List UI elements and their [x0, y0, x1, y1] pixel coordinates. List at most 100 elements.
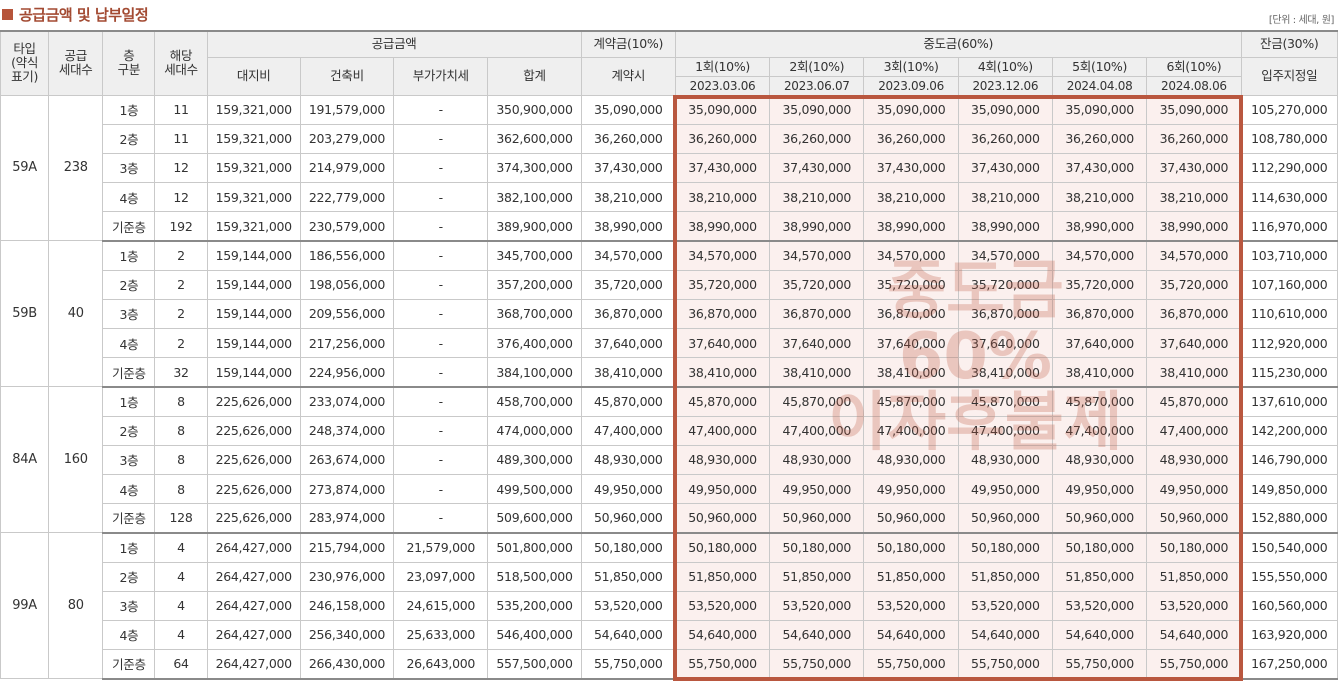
- cell-middle-3: 36,260,000: [863, 123, 959, 154]
- cell-building: 230,976,000: [299, 561, 395, 592]
- cell-middle-5: 38,990,000: [1051, 211, 1148, 242]
- cell-middle-1: 35,720,000: [674, 269, 771, 300]
- cell-floor: 1층: [102, 386, 156, 417]
- cell-middle-6: 54,640,000: [1146, 619, 1242, 651]
- cell-middle-4: 50,180,000: [957, 532, 1053, 563]
- cell-middle-6: 47,400,000: [1146, 415, 1242, 446]
- cell-middle-4: 45,870,000: [957, 386, 1053, 417]
- cell-deposit: 50,960,000: [580, 503, 676, 534]
- unit-note: [단위 : 세대, 원]: [1268, 15, 1334, 26]
- cell-middle-2: 50,960,000: [769, 503, 865, 534]
- cell-count: 8: [154, 473, 208, 505]
- cell-middle-1: 50,180,000: [674, 532, 771, 563]
- cell-middle-5: 47,400,000: [1051, 415, 1148, 446]
- cell-floor: 1층: [102, 532, 156, 563]
- cell-middle-6: 49,950,000: [1146, 473, 1242, 505]
- title-bar: 공급금액 및 납부일정 [단위 : 세대, 원]: [0, 0, 1338, 30]
- cell-middle-4: 36,870,000: [957, 298, 1053, 330]
- cell-building: 266,430,000: [299, 649, 395, 680]
- header-applicable-units: 해당 세대수: [154, 30, 208, 96]
- cell-middle-3: 51,850,000: [863, 561, 959, 592]
- cell-middle-5: 38,410,000: [1051, 357, 1148, 388]
- cell-middle-4: 54,640,000: [957, 619, 1053, 651]
- cell-land: 225,626,000: [206, 444, 301, 475]
- cell-building: 233,074,000: [299, 386, 395, 417]
- cell-total: 546,400,000: [487, 619, 582, 651]
- cell-deposit: 48,930,000: [580, 444, 676, 475]
- cell-middle-4: 48,930,000: [957, 444, 1053, 475]
- cell-deposit: 35,090,000: [580, 94, 676, 125]
- header-vat: 부가가치세: [393, 56, 489, 96]
- cell-middle-1: 37,430,000: [674, 152, 771, 184]
- cell-middle-1: 38,410,000: [674, 357, 771, 388]
- cell-land: 159,321,000: [206, 123, 301, 154]
- cell-vat: -: [393, 473, 489, 505]
- cell-supply-units: 160: [48, 386, 104, 534]
- table-row: 기준층 192 159,321,000 230,579,000-389,900,000…: [1, 211, 1338, 242]
- cell-middle-6: 34,570,000: [1146, 240, 1242, 271]
- cell-count: 4: [154, 561, 208, 592]
- cell-deposit: 38,410,000: [580, 357, 676, 388]
- cell-middle-6: 38,210,000: [1146, 182, 1242, 213]
- cell-total: 362,600,000: [487, 123, 582, 154]
- cell-middle-3: 48,930,000: [863, 444, 959, 475]
- cell-vat: -: [393, 444, 489, 475]
- cell-deposit: 38,990,000: [580, 211, 676, 242]
- cell-middle-6: 38,990,000: [1146, 211, 1242, 242]
- table-row: 59B 40 1층 2 159,144,000 186,556,000-345,700,0…: [0, 240, 1338, 388]
- cell-middle-2: 36,260,000: [769, 123, 865, 154]
- cell-middle-4: 53,520,000: [957, 590, 1053, 621]
- table-row: 기준층 64 264,427,000 266,430,000 26,643,000 557…: [1, 649, 1338, 680]
- cell-middle-4: 38,990,000: [957, 211, 1053, 242]
- cell-middle-2: 50,180,000: [769, 532, 865, 563]
- cell-land: 159,144,000: [206, 269, 301, 300]
- cell-count: 11: [154, 123, 208, 154]
- table-row: 3층 12 159,321,000 214,979,000-374,300,000 37…: [1, 152, 1338, 184]
- cell-vat: 26,643,000: [393, 649, 489, 680]
- cell-middle-4: 36,260,000: [957, 123, 1053, 154]
- table-row: 2층 4 264,427,000 230,976,000 23,097,000 518,5…: [1, 561, 1338, 592]
- cell-middle-4: 34,570,000: [957, 240, 1053, 271]
- cell-count: 12: [154, 152, 208, 184]
- cell-deposit: 34,570,000: [580, 240, 676, 271]
- cell-middle-5: 36,870,000: [1051, 298, 1148, 330]
- cell-total: 357,200,000: [487, 269, 582, 300]
- cell-middle-5: 53,520,000: [1051, 590, 1148, 621]
- cell-middle-3: 35,720,000: [863, 269, 959, 300]
- cell-deposit: 47,400,000: [580, 415, 676, 446]
- table-row: 99A 80 1층 4 264,427,000 215,794,000 21,579,000…: [0, 532, 1338, 680]
- cell-land: 225,626,000: [206, 386, 301, 417]
- cell-middle-5: 38,210,000: [1051, 182, 1148, 213]
- cell-building: 224,956,000: [299, 357, 395, 388]
- cell-building: 209,556,000: [299, 298, 395, 330]
- cell-middle-3: 55,750,000: [863, 649, 959, 680]
- cell-total: 384,100,000: [487, 357, 582, 388]
- cell-supply-units: 238: [48, 94, 104, 242]
- cell-deposit: 51,850,000: [580, 561, 676, 592]
- cell-vat: -: [393, 386, 489, 417]
- cell-total: 345,700,000: [487, 240, 582, 271]
- cell-middle-2: 55,750,000: [769, 649, 865, 680]
- table-row: 기준층 32 159,144,000 224,956,000-384,100,000 3…: [1, 357, 1338, 388]
- cell-middle-5: 34,570,000: [1051, 240, 1148, 271]
- header-installment-2: 2회(10%): [769, 56, 865, 77]
- cell-floor: 4층: [102, 619, 156, 651]
- cell-middle-2: 47,400,000: [769, 415, 865, 446]
- cell-deposit: 35,720,000: [580, 269, 676, 300]
- cell-total: 501,800,000: [487, 532, 582, 563]
- header-installment-4: 4회(10%): [957, 56, 1053, 77]
- header-balance: 잔금(30%): [1240, 30, 1338, 58]
- cell-balance: 152,880,000: [1240, 503, 1338, 534]
- cell-land: 159,144,000: [206, 240, 301, 271]
- cell-middle-2: 36,870,000: [769, 298, 865, 330]
- cell-middle-3: 36,870,000: [863, 298, 959, 330]
- cell-middle-4: 38,410,000: [957, 357, 1053, 388]
- cell-count: 2: [154, 298, 208, 330]
- cell-vat: 24,615,000: [393, 590, 489, 621]
- cell-vat: -: [393, 357, 489, 388]
- cell-middle-6: 53,520,000: [1146, 590, 1242, 621]
- cell-middle-5: 37,640,000: [1051, 327, 1148, 359]
- cell-deposit: 53,520,000: [580, 590, 676, 621]
- cell-floor: 2층: [102, 269, 156, 300]
- cell-land: 264,427,000: [206, 561, 301, 592]
